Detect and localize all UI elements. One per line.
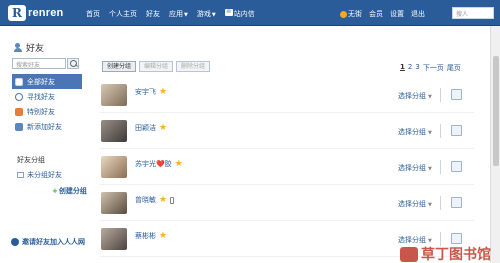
last-page-link[interactable]: 尾页 [447, 63, 461, 73]
avatar[interactable] [101, 84, 127, 106]
sidebar-item-ungrouped[interactable]: 未分组好友 [17, 170, 62, 180]
message-icon[interactable] [451, 125, 462, 136]
invite-icon [11, 238, 19, 246]
chevron-down-icon: ▼ [428, 166, 432, 172]
list-item: 田颖洁 ★ 选择分组 ▼ [100, 114, 474, 149]
new-friends-icon [15, 122, 23, 131]
star-icon: ★ [174, 158, 183, 169]
chevron-down-icon: ▼ [428, 202, 432, 208]
divider [440, 196, 441, 210]
group-select[interactable]: 选择分组 ▼ [398, 199, 432, 209]
nav-apps[interactable]: 应用▼ [169, 9, 188, 19]
message-icon[interactable] [451, 197, 462, 208]
create-group-button[interactable]: 创建分组 [102, 61, 137, 72]
top-navbar: R renren 首页 个人主页 好友 应用▼ 游戏▼ ✉ 站内信 无街 会员 设… [0, 0, 500, 26]
all-friends-icon [15, 77, 23, 86]
friend-name[interactable]: 安宇飞 ★ [135, 87, 167, 97]
friend-search-input[interactable]: 搜索好友 [12, 58, 66, 69]
folder-icon [17, 172, 24, 178]
message-icon[interactable] [451, 89, 462, 100]
pagination: 1 2 3 下一页 尾页 [400, 63, 461, 73]
sidebar-item-find-friends[interactable]: 寻找好友 [12, 89, 82, 104]
list-item: 苏宇光❤️胶 ★ 选择分组 ▼ [100, 150, 474, 185]
friend-name[interactable]: 田颖洁 ★ [135, 123, 167, 133]
group-select[interactable]: 选择分组 ▼ [398, 91, 432, 101]
link-vip[interactable]: 会员 [369, 9, 383, 19]
nav-games[interactable]: 游戏▼ [197, 9, 216, 19]
top-right-links: 无街 会员 设置 退出 [340, 9, 425, 19]
divider [440, 88, 441, 102]
edit-group-button[interactable]: 编辑分组 [139, 61, 174, 72]
renren-logo-icon: R [8, 5, 26, 21]
star-icon: ★ [159, 230, 168, 241]
friend-name[interactable]: 苏宇光❤️胶 ★ [135, 159, 183, 169]
avatar[interactable] [101, 120, 127, 142]
sidebar: 好友 搜索好友 全部好友 寻找好友 特别好友 新添加好友 好友分组 未分组好友 … [0, 26, 96, 263]
invite-friends-link[interactable]: 邀请好友加入人人网 [11, 237, 85, 247]
logo-text: renren [28, 7, 64, 19]
chevron-down-icon: ▼ [184, 12, 188, 18]
sidebar-menu: 全部好友 寻找好友 特别好友 新添加好友 [12, 74, 82, 134]
divider [440, 124, 441, 138]
chevron-down-icon: ▼ [428, 130, 432, 136]
star-icon: ★ [159, 122, 168, 133]
nav-home[interactable]: 首页 [86, 9, 100, 19]
sidebar-create-group-link[interactable]: +创建分组 [52, 186, 87, 196]
watermark-logo-icon [400, 246, 418, 262]
link-shop[interactable]: 无街 [340, 9, 362, 19]
sidebar-item-all-friends[interactable]: 全部好友 [12, 74, 82, 89]
next-page-link[interactable]: 下一页 [423, 63, 444, 73]
watermark: 草丁图书馆 [400, 244, 491, 263]
chevron-down-icon: ▼ [428, 94, 432, 100]
scrollbar-thumb[interactable] [493, 56, 499, 166]
page-2[interactable]: 2 [408, 63, 412, 73]
group-select[interactable]: 选择分组 ▼ [398, 163, 432, 173]
delete-group-button[interactable]: 删除分组 [176, 61, 211, 72]
page-1[interactable]: 1 [400, 63, 405, 73]
avatar[interactable] [101, 192, 127, 214]
list-item: 安宇飞 ★ 选择分组 ▼ [100, 78, 474, 113]
sidebar-title: 好友 [14, 41, 44, 54]
star-icon: ★ [159, 194, 168, 205]
link-logout[interactable]: 退出 [411, 9, 425, 19]
avatar[interactable] [101, 228, 127, 250]
special-friends-icon [15, 107, 23, 116]
main-nav: 首页 个人主页 好友 应用▼ 游戏▼ ✉ 站内信 [86, 9, 255, 19]
search-icon [15, 92, 23, 101]
avatar[interactable] [101, 156, 127, 178]
star-icon: ★ [159, 86, 168, 97]
divider [440, 160, 441, 174]
vertical-scrollbar[interactable] [490, 26, 500, 263]
message-icon[interactable] [451, 233, 462, 244]
shop-icon [340, 10, 347, 18]
friend-name[interactable]: 曾晓敏 ★ [135, 194, 175, 205]
group-toolbar: 创建分组 编辑分组 删除分组 [102, 61, 211, 72]
search-icon[interactable] [67, 58, 79, 69]
message-icon[interactable] [451, 161, 462, 172]
page-3[interactable]: 3 [415, 63, 419, 73]
message-icon: ✉ [224, 9, 233, 16]
nav-messages[interactable]: ✉ 站内信 [224, 9, 255, 19]
nav-profile[interactable]: 个人主页 [109, 9, 137, 19]
link-settings[interactable]: 设置 [390, 9, 404, 19]
nav-friends[interactable]: 好友 [146, 9, 160, 19]
group-select[interactable]: 选择分组 ▼ [398, 127, 432, 137]
phone-icon [170, 196, 175, 204]
renren-logo[interactable]: R renren [8, 5, 63, 21]
sidebar-item-special-friends[interactable]: 特别好友 [12, 104, 82, 119]
sidebar-item-new-friends[interactable]: 新添加好友 [12, 119, 82, 134]
friends-icon [14, 43, 23, 52]
friend-name[interactable]: 蔡彬彬 ★ [135, 231, 167, 241]
plus-icon: + [52, 187, 58, 195]
list-item: 曾晓敏 ★ 选择分组 ▼ [100, 186, 474, 221]
friend-groups-heading: 好友分组 [17, 156, 45, 164]
chevron-down-icon: ▼ [211, 12, 216, 18]
top-search-input[interactable]: 搜人 [452, 7, 494, 19]
